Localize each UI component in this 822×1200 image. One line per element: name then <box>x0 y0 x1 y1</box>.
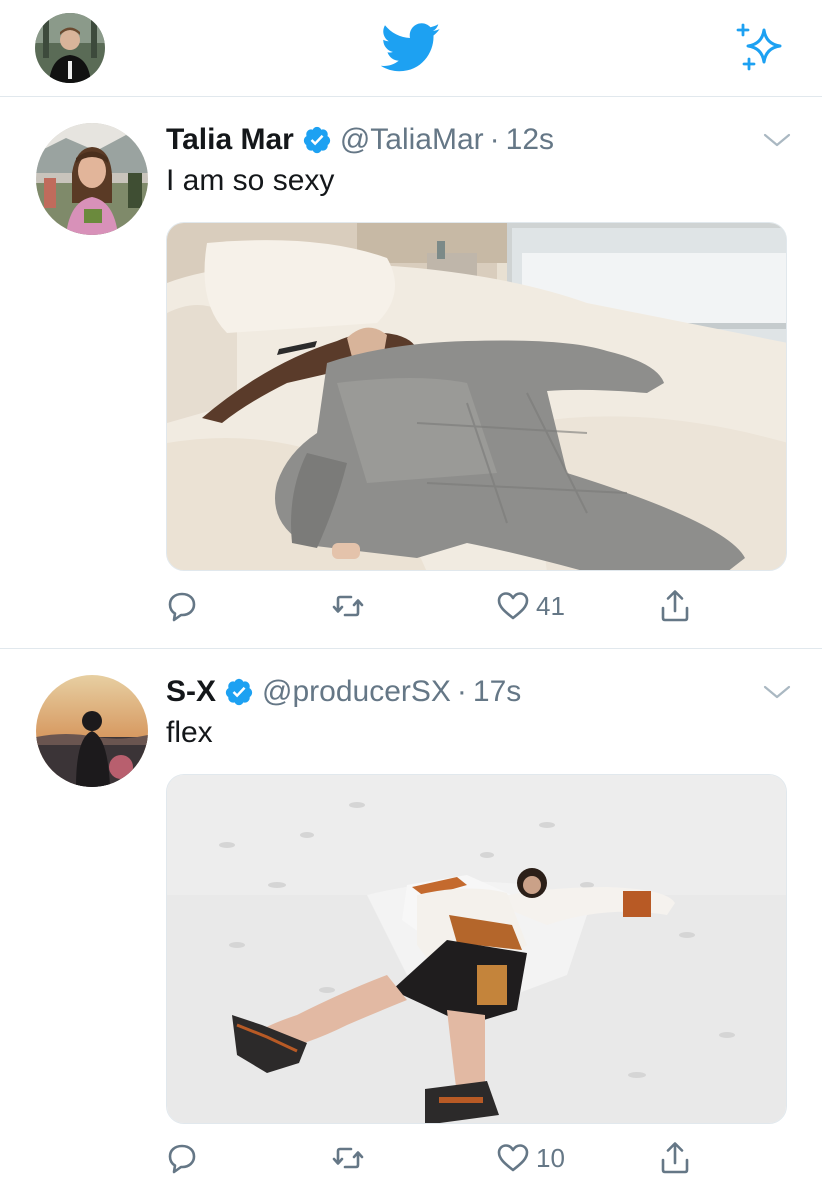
twitter-bird-icon[interactable] <box>380 22 441 74</box>
reply-icon <box>168 1144 196 1174</box>
retweet-icon <box>332 595 364 617</box>
author-avatar[interactable] <box>36 123 148 235</box>
chevron-down-icon[interactable] <box>762 130 792 150</box>
retweet-icon <box>332 1147 364 1169</box>
separator: · <box>456 675 467 708</box>
share-icon <box>661 590 689 622</box>
timestamp[interactable]: 12s <box>506 123 554 157</box>
tweet-photo[interactable] <box>166 222 787 571</box>
chevron-down-icon[interactable] <box>762 682 792 702</box>
tweet[interactable]: Talia Mar @TaliaMar · 12s I am so sexy 4… <box>0 98 822 649</box>
top-bar <box>0 0 822 97</box>
heart-icon <box>497 592 529 620</box>
tweet-actions: 10 <box>0 1138 822 1182</box>
heart-icon <box>497 1144 529 1172</box>
author-handle[interactable]: @TaliaMar <box>340 123 484 157</box>
profile-avatar[interactable] <box>35 13 105 83</box>
author-name[interactable]: S-X <box>166 675 216 709</box>
like-count: 41 <box>536 590 565 621</box>
share-button[interactable] <box>656 1138 694 1178</box>
tweet-text: I am so sexy <box>166 164 335 197</box>
retweet-button[interactable] <box>329 1138 367 1178</box>
share-icon <box>661 1142 689 1174</box>
like-button[interactable]: 41 <box>494 586 565 626</box>
verified-badge-icon <box>225 678 253 706</box>
sparkle-icon[interactable] <box>734 22 788 74</box>
tweet-actions: 41 <box>0 586 822 630</box>
tweet[interactable]: S-X @producerSX · 17s flex 10 <box>0 650 822 1200</box>
like-button[interactable]: 10 <box>494 1138 565 1178</box>
author-avatar[interactable] <box>36 675 148 787</box>
tweet-header: S-X @producerSX · 17s <box>166 672 521 712</box>
reply-button[interactable] <box>163 586 201 626</box>
author-handle[interactable]: @producerSX <box>262 675 451 709</box>
timestamp[interactable]: 17s <box>473 675 521 709</box>
verified-badge-icon <box>303 126 330 154</box>
like-count: 10 <box>536 1142 565 1173</box>
reply-button[interactable] <box>163 1138 201 1178</box>
tweet-photo[interactable] <box>166 774 787 1124</box>
reply-icon <box>168 592 196 622</box>
author-name[interactable]: Talia Mar <box>166 123 294 157</box>
tweet-header: Talia Mar @TaliaMar · 12s <box>166 120 554 160</box>
share-button[interactable] <box>656 586 694 626</box>
tweet-text: flex <box>166 716 213 749</box>
retweet-button[interactable] <box>329 586 367 626</box>
separator: · <box>489 123 500 156</box>
